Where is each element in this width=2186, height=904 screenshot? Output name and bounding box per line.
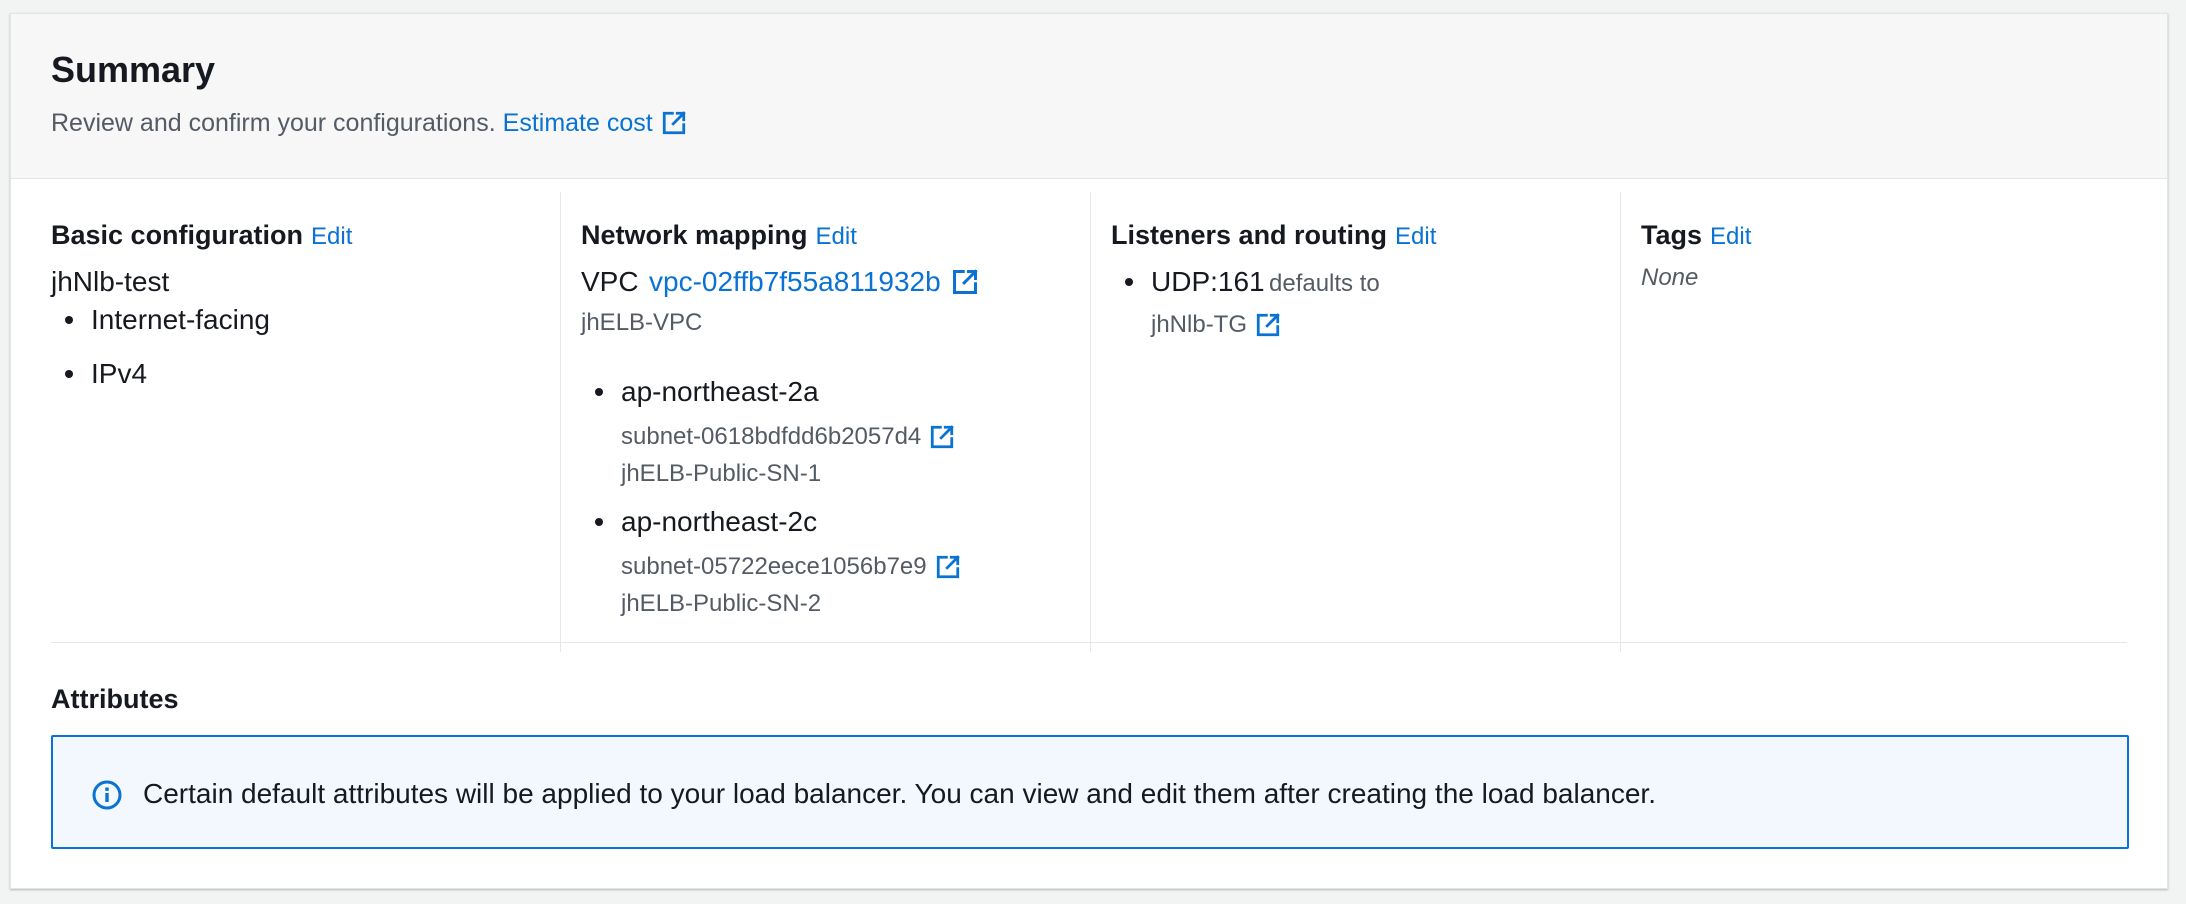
vpc-name: jhELB-VPC [581, 309, 703, 336]
listeners-routing-edit-link[interactable]: Edit [1395, 223, 1436, 250]
attributes-info-alert: Certain default attributes will be appli… [51, 735, 2129, 849]
subnet-id: subnet-05722eece1056b7e9 [621, 553, 927, 580]
estimate-cost-label: Estimate cost [502, 108, 653, 137]
vpc-link[interactable]: vpc-02ffb7f55a811932b [649, 268, 979, 296]
availability-zone: ap-northeast-2c [621, 506, 818, 537]
ip-address-type-value: IPv4 [91, 358, 148, 389]
target-group-name: jhNlb-TG [1151, 311, 1248, 338]
basic-configuration-heading: Basic configuration Edit [51, 222, 352, 249]
summary-card: Summary Review and confirm your configur… [10, 13, 2168, 889]
target-group-link[interactable]: jhNlb-TG [1151, 312, 1281, 338]
summary-title: Summary [51, 49, 216, 90]
external-link-icon [952, 269, 978, 294]
bullet [65, 316, 73, 324]
info-icon [92, 780, 122, 810]
listener-protocol-port: UDP:161 [1151, 266, 1265, 297]
external-link-icon [662, 111, 686, 135]
summary-description: Review and confirm your configurations. [51, 108, 496, 137]
vpc-label: VPC [581, 266, 639, 297]
vpc-id: vpc-02ffb7f55a811932b [649, 266, 941, 297]
basic-configuration-title: Basic configuration [51, 220, 304, 250]
attributes-title: Attributes [51, 684, 179, 714]
tags-value: None [1641, 264, 1699, 291]
external-link-icon [936, 555, 960, 579]
basic-configuration-section: Basic configuration Edit jhNlb-test Inter… [51, 192, 581, 652]
section-divider [51, 642, 2127, 643]
external-link-icon [1256, 313, 1280, 337]
network-mapping-heading: Network mapping Edit [581, 222, 857, 249]
column-divider [1090, 192, 1091, 652]
estimate-cost-link[interactable]: Estimate cost [503, 110, 687, 136]
network-mapping-title: Network mapping [581, 220, 808, 250]
network-mapping-edit-link[interactable]: Edit [816, 223, 857, 250]
bullet [595, 388, 603, 396]
listeners-routing-section: Listeners and routing Edit UDP:161 defaul… [1111, 192, 1641, 652]
listeners-routing-title: Listeners and routing [1111, 220, 1388, 250]
column-divider [560, 192, 561, 652]
listeners-routing-heading: Listeners and routing Edit [1111, 222, 1436, 249]
attributes-info-text: Certain default attributes will be appli… [143, 778, 1656, 809]
subnet-link[interactable]: subnet-0618bdfdd6b2057d4 [621, 424, 955, 450]
bullet [65, 370, 73, 378]
subnet-name: jhELB-Public-SN-2 [621, 590, 822, 617]
load-balancer-name: jhNlb-test [51, 266, 170, 297]
availability-zone: ap-northeast-2a [621, 376, 819, 407]
summary-header: Summary Review and confirm your configur… [11, 14, 2167, 179]
tags-title: Tags [1641, 220, 1703, 250]
subnet-id: subnet-0618bdfdd6b2057d4 [621, 423, 922, 450]
bullet [595, 518, 603, 526]
summary-subtitle: Review and confirm your configurations. … [51, 110, 687, 136]
scheme-value: Internet-facing [91, 304, 270, 335]
subnet-name: jhELB-Public-SN-1 [621, 460, 822, 487]
tags-heading: Tags Edit [1641, 222, 1751, 249]
network-mapping-section: Network mapping Edit VPC vpc-02ffb7f55a81… [581, 192, 1111, 652]
basic-configuration-edit-link[interactable]: Edit [311, 223, 352, 250]
external-link-icon [931, 425, 954, 449]
defaults-to-label: defaults to [1269, 270, 1380, 297]
column-divider [1620, 192, 1621, 652]
tags-section: Tags Edit None [1641, 192, 2171, 652]
subnet-link[interactable]: subnet-05722eece1056b7e9 [621, 554, 961, 580]
bullet [1125, 278, 1133, 286]
tags-edit-link[interactable]: Edit [1710, 223, 1751, 250]
